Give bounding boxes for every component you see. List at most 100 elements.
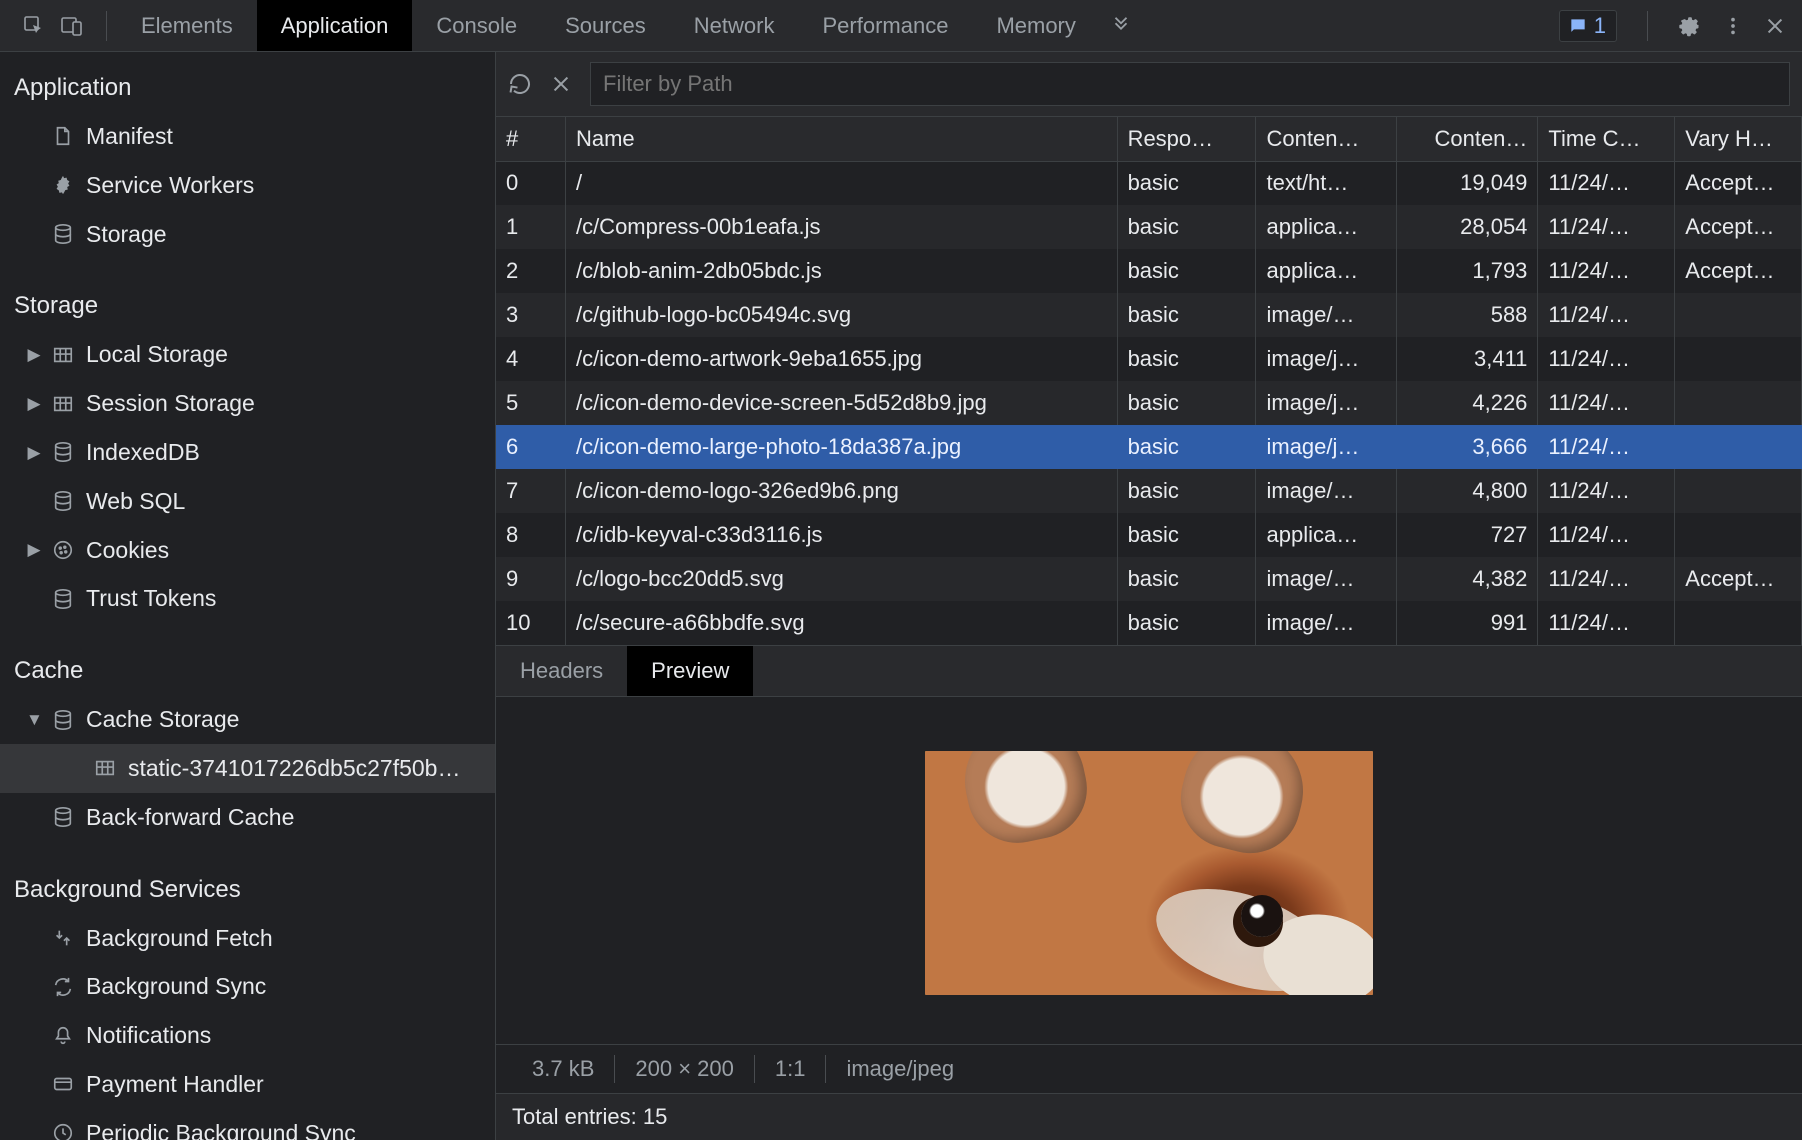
sidebar-item-back-forward-cache[interactable]: Back-forward Cache [0,793,495,842]
sidebar-item-indexeddb[interactable]: ▶IndexedDB [0,428,495,477]
kebab-menu-icon[interactable] [1722,15,1744,37]
tab-network[interactable]: Network [670,0,799,51]
fetch-icon [50,927,76,949]
table-row[interactable]: 2/c/blob-anim-2db05bdc.jsbasicapplica…1,… [496,249,1802,293]
table-row[interactable]: 4/c/icon-demo-artwork-9eba1655.jpgbasici… [496,337,1802,381]
table-header[interactable]: Name [565,117,1117,161]
delete-icon[interactable] [550,73,572,95]
table-cell: 11/24/… [1538,205,1675,249]
refresh-icon[interactable] [508,72,532,96]
table-cell: text/ht… [1256,161,1397,205]
tab-performance[interactable]: Performance [798,0,972,51]
table-header[interactable]: # [496,117,565,161]
sync-icon [50,976,76,998]
device-toolbar-icon[interactable] [60,14,84,38]
table-header[interactable]: Conten… [1397,117,1538,161]
table-cell: basic [1117,249,1256,293]
sidebar-item-manifest[interactable]: Manifest [0,112,495,161]
table-row[interactable]: 1/c/Compress-00b1eafa.jsbasicapplica…28,… [496,205,1802,249]
close-devtools-icon[interactable] [1764,15,1786,37]
sidebar-item-label: IndexedDB [86,434,200,471]
gear-icon [50,174,76,196]
table-row[interactable]: 3/c/github-logo-bc05494c.svgbasicimage/…… [496,293,1802,337]
sidebar-item-service-workers[interactable]: Service Workers [0,161,495,210]
table-cell: basic [1117,425,1256,469]
cookie-icon [50,539,76,561]
tab-elements[interactable]: Elements [117,0,257,51]
table-header[interactable]: Respo… [1117,117,1256,161]
table-cell: 28,054 [1397,205,1538,249]
database-icon [50,490,76,512]
sidebar-item-notifications[interactable]: Notifications [0,1011,495,1060]
detail-tab-preview[interactable]: Preview [627,646,753,696]
table-cell: Accept… [1675,249,1802,293]
issues-count: 1 [1594,13,1606,39]
sidebar-item-label: Background Fetch [86,920,273,957]
entry-detail-tabs: HeadersPreview [496,646,1802,697]
sidebar-item-label: Payment Handler [86,1066,264,1103]
sidebar-item-periodic-background-sync[interactable]: Periodic Background Sync [0,1109,495,1140]
table-cell: /c/Compress-00b1eafa.js [565,205,1117,249]
table-cell: 11/24/… [1538,601,1675,645]
detail-tab-headers[interactable]: Headers [496,646,627,696]
filter-input[interactable] [590,62,1790,106]
table-cell: /c/icon-demo-large-photo-18da387a.jpg [565,425,1117,469]
table-cell: 2 [496,249,565,293]
sidebar-item-cache-storage[interactable]: ▼Cache Storage [0,695,495,744]
sidebar-item-background-fetch[interactable]: Background Fetch [0,914,495,963]
table-header[interactable]: Time C… [1538,117,1675,161]
sidebar-item-label: Manifest [86,118,173,155]
table-row[interactable]: 0/basictext/ht…19,04911/24/…Accept… [496,161,1802,205]
table-cell [1675,469,1802,513]
file-icon [50,125,76,147]
settings-icon[interactable] [1678,14,1702,38]
sidebar-item-payment-handler[interactable]: Payment Handler [0,1060,495,1109]
table-cell: 11/24/… [1538,381,1675,425]
sidebar-item-label: Service Workers [86,167,254,204]
table-cell: 4 [496,337,565,381]
table-header[interactable]: Conten… [1256,117,1397,161]
inspect-element-icon[interactable] [22,14,46,38]
table-header[interactable]: Vary H… [1675,117,1802,161]
sidebar-item-cookies[interactable]: ▶Cookies [0,526,495,575]
table-cell: image/… [1256,557,1397,601]
arrow-right-icon: ▶ [26,536,42,563]
table-cell: /c/secure-a66bbdfe.svg [565,601,1117,645]
sidebar-item-background-sync[interactable]: Background Sync [0,962,495,1011]
sidebar-section-title: Background Services [0,854,495,914]
table-row[interactable]: 9/c/logo-bcc20dd5.svgbasicimage/…4,38211… [496,557,1802,601]
sidebar-item-web-sql[interactable]: Web SQL [0,477,495,526]
more-tabs-icon[interactable] [1100,15,1142,37]
issues-chip[interactable]: 1 [1559,10,1617,42]
table-row[interactable]: 10/c/secure-a66bbdfe.svgbasicimage/…9911… [496,601,1802,645]
sidebar-subitem[interactable]: static-3741017226db5c27f50b… [0,744,495,793]
divider [106,11,107,41]
database-icon [50,588,76,610]
table-cell [1675,425,1802,469]
table-cell: basic [1117,513,1256,557]
tab-memory[interactable]: Memory [972,0,1099,51]
preview-info-bar: 3.7 kB 200 × 200 1:1 image/jpeg [496,1044,1802,1093]
sidebar-item-session-storage[interactable]: ▶Session Storage [0,379,495,428]
sidebar-item-local-storage[interactable]: ▶Local Storage [0,330,495,379]
table-row[interactable]: 7/c/icon-demo-logo-326ed9b6.pngbasicimag… [496,469,1802,513]
table-row[interactable]: 5/c/icon-demo-device-screen-5d52d8b9.jpg… [496,381,1802,425]
sidebar-item-label: Web SQL [86,483,185,520]
table-cell: 11/24/… [1538,249,1675,293]
table-cell: applica… [1256,205,1397,249]
sidebar-item-trust-tokens[interactable]: Trust Tokens [0,574,495,623]
table-row[interactable]: 8/c/idb-keyval-c33d3116.jsbasicapplica…7… [496,513,1802,557]
tab-application[interactable]: Application [257,0,413,51]
table-cell: 3,411 [1397,337,1538,381]
table-cell: 4,800 [1397,469,1538,513]
table-cell [1675,381,1802,425]
tab-console[interactable]: Console [412,0,541,51]
card-icon [50,1073,76,1095]
table-cell: / [565,161,1117,205]
tab-sources[interactable]: Sources [541,0,670,51]
sidebar-item-storage[interactable]: Storage [0,210,495,259]
table-cell: image/j… [1256,425,1397,469]
sidebar-section-title: Application [0,52,495,112]
table-row[interactable]: 6/c/icon-demo-large-photo-18da387a.jpgba… [496,425,1802,469]
table-cell: image/… [1256,601,1397,645]
